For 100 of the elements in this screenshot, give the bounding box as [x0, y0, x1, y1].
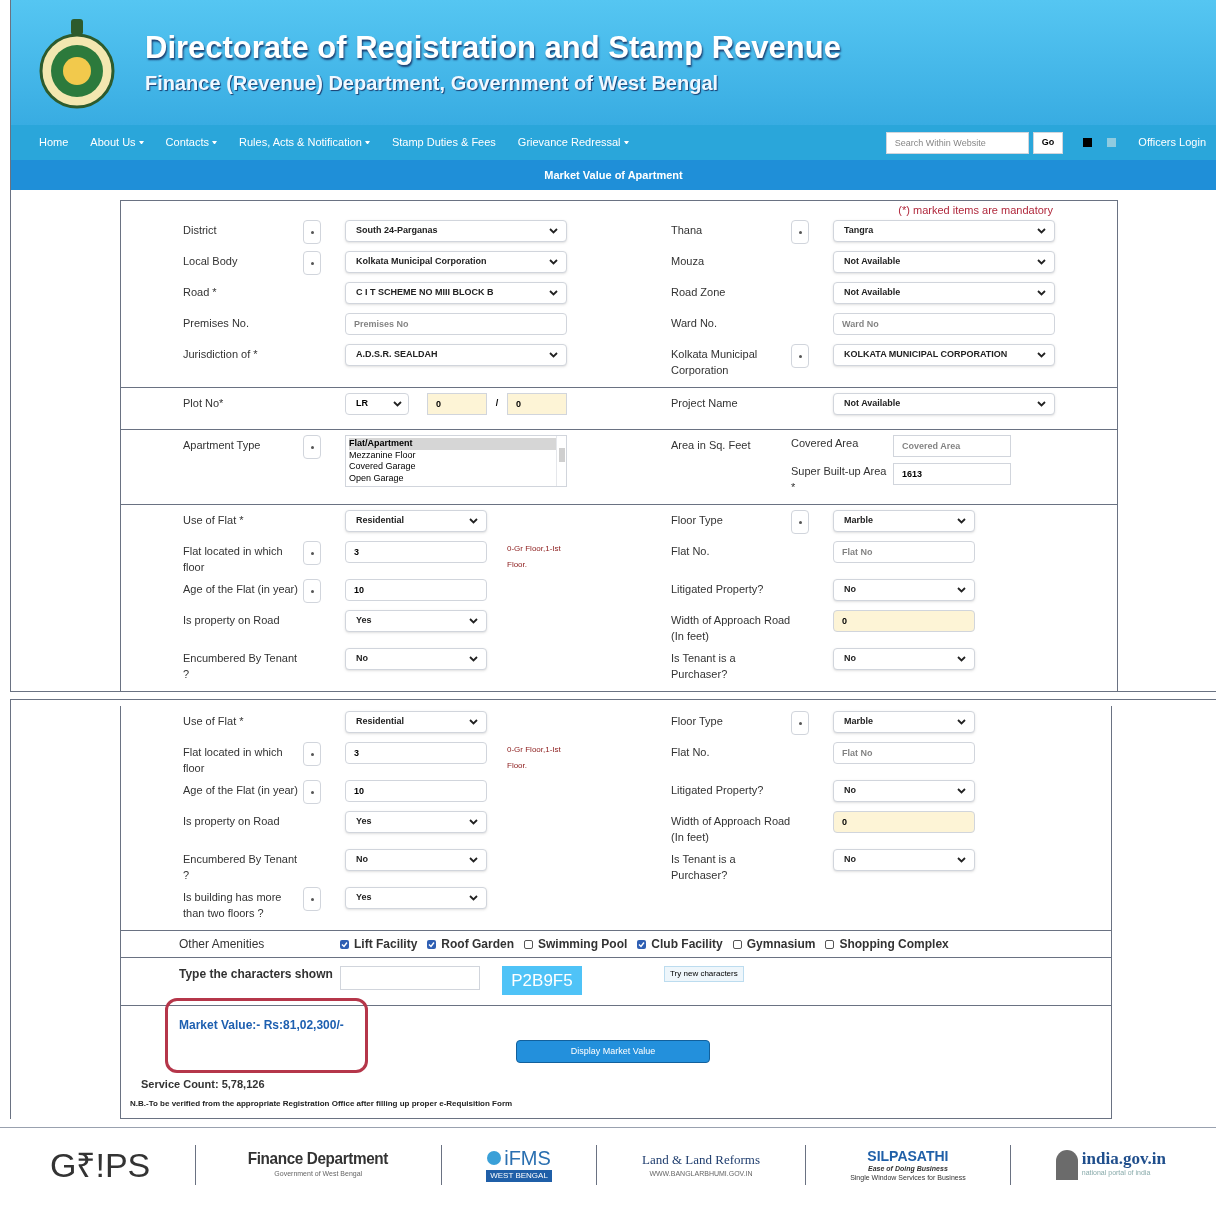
dropdown[interactable]: Yes	[345, 811, 487, 833]
checkbox-label[interactable]: Club Facility	[651, 935, 723, 953]
dot-button[interactable]	[303, 220, 321, 244]
search-field[interactable]: Search Within Website	[885, 131, 1029, 154]
field-label: Super Built-up Area *	[791, 464, 888, 495]
dropdown[interactable]: Yes	[345, 610, 487, 632]
scrollbar[interactable]	[556, 436, 566, 486]
field-label: Litigated Property?	[671, 783, 765, 798]
dropdown[interactable]: Kolkata Municipal Corporation	[345, 251, 567, 273]
field-label: Is Tenant is a Purchaser?	[671, 852, 737, 883]
dropdown[interactable]: No	[833, 780, 975, 802]
hint-text: 0-Gr Floor,1-Ist Floor.	[507, 744, 562, 772]
dropdown[interactable]: Residential	[345, 711, 487, 733]
dot-button[interactable]	[303, 780, 321, 804]
field-label: Encumbered By Tenant ?	[183, 852, 299, 883]
checkbox-label[interactable]: Gymnasium	[746, 935, 816, 953]
dropdown[interactable]: Marble	[833, 711, 975, 733]
checkbox[interactable]	[637, 939, 647, 949]
dropdown[interactable]: No	[345, 849, 487, 871]
chevron-down-icon	[1037, 290, 1046, 296]
dot-button[interactable]	[791, 510, 809, 534]
text-field[interactable]: Covered Area	[893, 435, 1011, 457]
chevron-down-icon	[957, 656, 966, 662]
text-field[interactable]: Ward No	[833, 313, 1055, 335]
text-field[interactable]: 0	[833, 610, 975, 632]
dropdown[interactable]: Tangra	[833, 220, 1055, 242]
field-label: District	[183, 223, 218, 238]
dot-button[interactable]	[791, 711, 809, 735]
list-option[interactable]: Flat/Apartment	[349, 438, 556, 450]
chevron-down-icon	[1037, 259, 1046, 265]
text-field[interactable]: 0	[833, 811, 975, 833]
checkbox[interactable]	[825, 939, 835, 949]
dropdown[interactable]: South 24-Parganas	[345, 220, 567, 242]
checkbox-label[interactable]: Swimming Pool	[538, 935, 628, 953]
dot-button[interactable]	[303, 579, 321, 603]
dropdown[interactable]: Not Available	[833, 393, 1055, 415]
text-field[interactable]: Flat No	[833, 742, 975, 764]
chevron-down-icon	[549, 290, 558, 296]
dropdown[interactable]: KOLKATA MUNICIPAL CORPORATION	[833, 344, 1055, 366]
checkbox[interactable]	[427, 939, 437, 949]
chevron-down-icon	[957, 518, 966, 524]
checkbox[interactable]	[524, 939, 533, 949]
dropdown[interactable]: LR	[345, 393, 409, 415]
text-field[interactable]: 1613	[893, 463, 1011, 485]
go-button[interactable]: Go	[1032, 131, 1064, 154]
checkbox[interactable]	[340, 939, 349, 949]
contrast-icon[interactable]	[1083, 138, 1093, 147]
text-field[interactable]: 10	[345, 780, 487, 802]
list-option[interactable]: Mezzanine Floor	[349, 449, 556, 461]
checkbox-label[interactable]: Roof Garden	[441, 935, 514, 953]
field-label: Plot No*	[183, 396, 225, 411]
dropdown[interactable]: Yes	[345, 887, 487, 909]
refresh-captcha-button[interactable]: Try new characters	[664, 966, 744, 982]
text-field[interactable]: 0	[427, 393, 487, 415]
field-label: Age of the Flat (in year)	[183, 783, 299, 798]
text-field[interactable]: 3	[345, 742, 487, 764]
field-label: Covered Area	[791, 436, 860, 451]
dropdown[interactable]: C I T SCHEME NO MIII BLOCK B	[345, 282, 567, 304]
dropdown[interactable]: Not Available	[833, 251, 1055, 273]
field-label: Is property on Road	[183, 814, 281, 829]
field-label: Is building has more than two floors ?	[183, 890, 283, 921]
text-field[interactable]: 10	[345, 579, 487, 601]
dropdown[interactable]: No	[345, 648, 487, 670]
dot-button[interactable]	[303, 435, 321, 459]
text-field[interactable]: 3	[345, 541, 487, 563]
dropdown[interactable]: Not Available	[833, 282, 1055, 304]
dot-button[interactable]	[791, 344, 809, 368]
dot-button[interactable]	[303, 541, 321, 565]
dot-button[interactable]	[303, 887, 321, 911]
dropdown[interactable]: Residential	[345, 510, 487, 532]
chevron-down-icon	[957, 788, 966, 794]
field-label: Apartment Type	[183, 438, 262, 453]
dropdown[interactable]: No	[833, 579, 975, 601]
field-label: Use of Flat *	[183, 714, 245, 729]
checkbox-label[interactable]: Shopping Complex	[839, 935, 949, 953]
list-option[interactable]: Covered Garage	[349, 461, 556, 473]
text-field[interactable]: 0	[507, 393, 567, 415]
text-field[interactable]: Premises No	[345, 313, 567, 335]
dot-button[interactable]	[791, 220, 809, 244]
chevron-down-icon	[1037, 228, 1046, 234]
grips-logo: G₹!PS	[50, 1147, 151, 1182]
list-box[interactable]: Flat/Apartment Mezzanine Floor Covered Garage Open Garage	[345, 435, 567, 487]
checkbox-label[interactable]: Lift Facility	[354, 935, 418, 953]
chevron-down-icon	[469, 819, 478, 825]
captcha-field[interactable]	[340, 966, 480, 990]
finance-department-logo: Finance Department	[248, 1149, 389, 1170]
dropdown[interactable]: No	[833, 849, 975, 871]
chevron-down-icon	[469, 895, 478, 901]
checkbox[interactable]	[732, 939, 742, 949]
site-title: Directorate of Registration and Stamp Revenue	[145, 28, 841, 67]
dropdown[interactable]: A.D.S.R. SEALDAH	[345, 344, 567, 366]
dot-button[interactable]	[303, 251, 321, 275]
dropdown[interactable]: No	[833, 648, 975, 670]
list-option[interactable]: Open Garage	[349, 472, 556, 484]
text-field[interactable]: Flat No	[833, 541, 975, 563]
chevron-down-icon	[393, 401, 402, 407]
logo-tagline: WEST BENGAL	[486, 1169, 552, 1182]
chevron-down-icon	[549, 259, 558, 265]
dot-button[interactable]	[303, 742, 321, 766]
dropdown[interactable]: Marble	[833, 510, 975, 532]
